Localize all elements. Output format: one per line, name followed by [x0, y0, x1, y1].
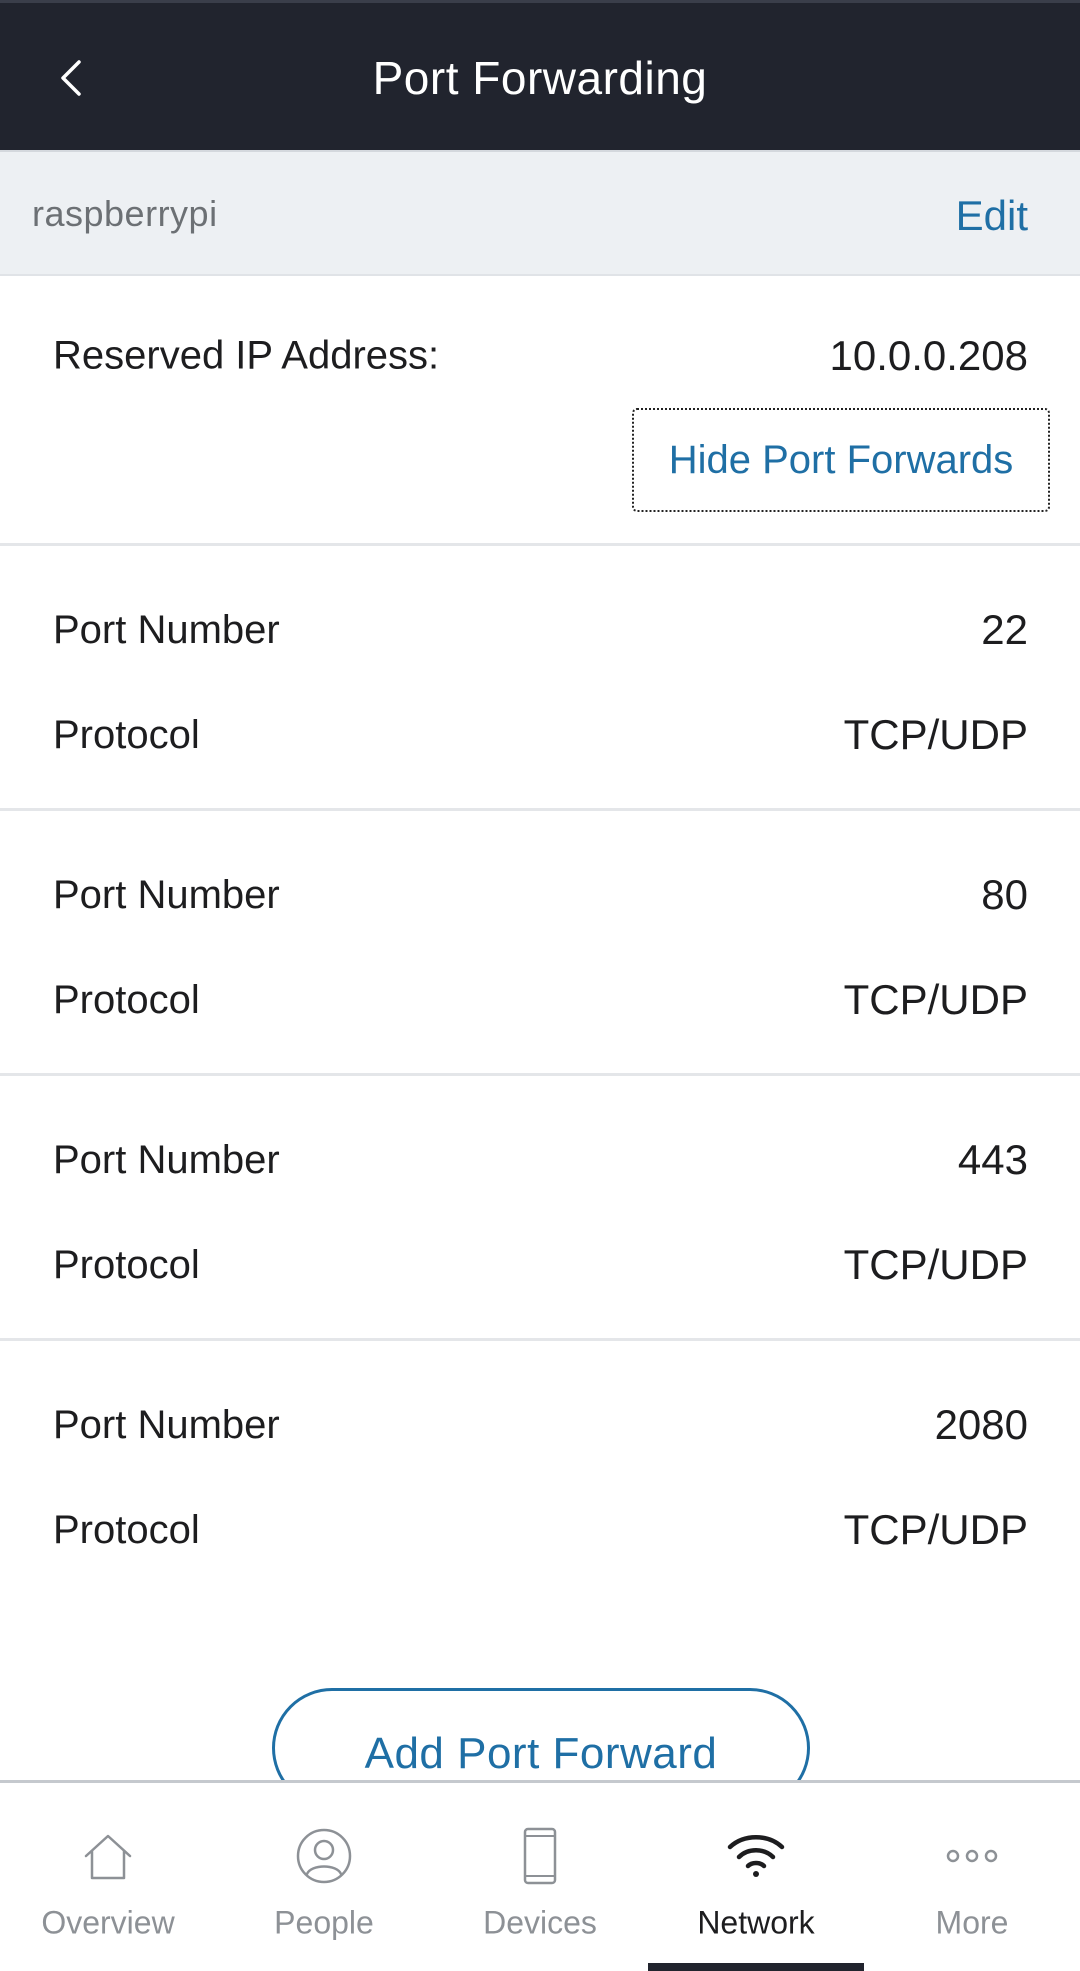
protocol-label: Protocol [53, 1243, 200, 1287]
hide-port-forwards-button[interactable]: Hide Port Forwards [632, 408, 1050, 512]
protocol-label: Protocol [53, 1508, 200, 1552]
nav-tab-devices[interactable]: Devices [432, 1783, 648, 1971]
nav-tab-overview[interactable]: Overview [0, 1783, 216, 1971]
back-button[interactable] [40, 43, 100, 113]
nav-tab-more[interactable]: More [864, 1783, 1080, 1971]
nav-label: Overview [41, 1904, 175, 1941]
person-icon [296, 1828, 352, 1884]
port-number-label: Port Number [53, 1138, 280, 1182]
nav-label: Network [697, 1904, 815, 1941]
nav-label: People [274, 1904, 374, 1941]
protocol-row: Protocol TCP/UDP [0, 705, 1080, 765]
protocol-label: Protocol [53, 713, 200, 757]
port-number-value: 2080 [934, 1401, 1028, 1448]
app-screen: Port Forwarding raspberrypi Edit Reserve… [0, 0, 1080, 1971]
bottom-nav: Overview People Devices Network More [0, 1780, 1080, 1971]
port-number-label: Port Number [53, 1403, 280, 1447]
more-icon [946, 1849, 998, 1863]
port-number-row: Port Number 22 [0, 600, 1080, 660]
device-header: raspberrypi Edit [0, 150, 1080, 276]
chevron-left-icon [61, 60, 81, 96]
protocol-row: Protocol TCP/UDP [0, 970, 1080, 1030]
protocol-value: TCP/UDP [843, 1241, 1028, 1288]
reserved-ip-label: Reserved IP Address: [53, 333, 440, 378]
port-forward-entry: Port Number 2080 Protocol TCP/UDP [0, 1341, 1080, 1606]
edit-button[interactable]: Edit [956, 192, 1028, 240]
home-icon [84, 1834, 132, 1880]
protocol-value: TCP/UDP [843, 711, 1028, 758]
protocol-label: Protocol [53, 978, 200, 1022]
device-name: raspberrypi [32, 193, 218, 234]
nav-label: Devices [483, 1904, 597, 1941]
port-number-value: 22 [981, 606, 1028, 653]
nav-tab-people[interactable]: People [216, 1783, 432, 1971]
port-forward-entry: Port Number 443 Protocol TCP/UDP [0, 1076, 1080, 1341]
page-title: Port Forwarding [372, 52, 708, 104]
nav-label: More [935, 1904, 1009, 1941]
port-forward-list: Port Number 22 Protocol TCP/UDP Port Num… [0, 546, 1080, 1606]
protocol-row: Protocol TCP/UDP [0, 1500, 1080, 1560]
port-number-label: Port Number [53, 608, 280, 652]
phone-icon [523, 1827, 557, 1885]
reserved-ip-section: Reserved IP Address: 10.0.0.208 Hide Por… [0, 276, 1080, 546]
port-number-label: Port Number [53, 873, 280, 917]
protocol-value: TCP/UDP [843, 976, 1028, 1023]
protocol-row: Protocol TCP/UDP [0, 1235, 1080, 1295]
wifi-icon [727, 1835, 785, 1877]
port-number-row: Port Number 443 [0, 1130, 1080, 1190]
port-number-value: 443 [957, 1136, 1028, 1183]
top-bar: Port Forwarding [0, 0, 1080, 150]
port-number-row: Port Number 80 [0, 865, 1080, 925]
port-forward-entry: Port Number 22 Protocol TCP/UDP [0, 546, 1080, 811]
protocol-value: TCP/UDP [843, 1506, 1028, 1553]
reserved-ip-value: 10.0.0.208 [829, 332, 1028, 379]
nav-tab-network[interactable]: Network [648, 1783, 864, 1971]
active-tab-indicator [648, 1963, 864, 1971]
port-number-value: 80 [981, 871, 1028, 918]
port-number-row: Port Number 2080 [0, 1395, 1080, 1455]
port-forward-entry: Port Number 80 Protocol TCP/UDP [0, 811, 1080, 1076]
